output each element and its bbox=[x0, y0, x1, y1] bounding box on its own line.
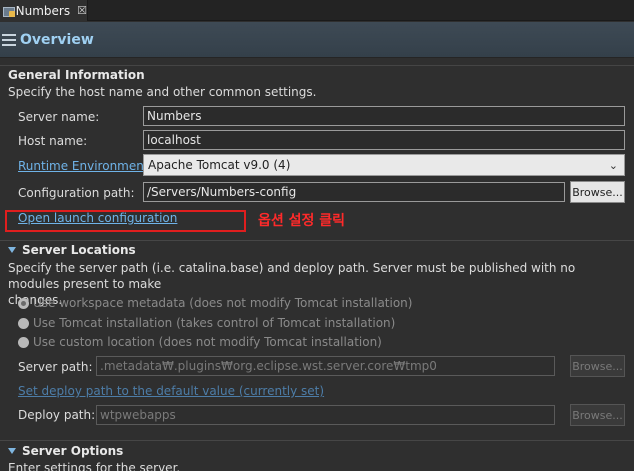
tab-label: Numbers bbox=[15, 3, 71, 18]
server-locations-title: Server Locations bbox=[22, 243, 136, 257]
server-locations-header[interactable]: Server Locations bbox=[8, 243, 136, 257]
chevron-down-icon: ⌄ bbox=[608, 159, 618, 172]
configuration-path-label: Configuration path: bbox=[18, 186, 135, 200]
radio-label: Use workspace metadata (does not modify … bbox=[33, 296, 413, 310]
radio-selected-icon bbox=[18, 297, 29, 309]
server-options-title: Server Options bbox=[22, 444, 124, 458]
radio-icon bbox=[18, 317, 29, 329]
general-info-description: Specify the host name and other common s… bbox=[8, 85, 317, 99]
browse-server-path-button[interactable]: Browse... bbox=[570, 355, 625, 377]
radio-tomcat-installation[interactable]: Use Tomcat installation (takes control o… bbox=[18, 316, 395, 330]
server-options-description: Enter settings for the server. bbox=[8, 461, 181, 471]
server-icon bbox=[2, 4, 15, 18]
overview-icon bbox=[2, 33, 16, 46]
host-name-field[interactable]: localhost bbox=[143, 130, 625, 150]
runtime-environment-value: Apache Tomcat v9.0 (4) bbox=[148, 158, 291, 172]
deploy-path-field[interactable]: wtpwebapps bbox=[96, 405, 555, 425]
editor-tab-strip: Numbers ☒ bbox=[0, 0, 634, 21]
close-icon[interactable]: ☒ bbox=[77, 4, 87, 17]
page-title: Overview bbox=[20, 31, 94, 48]
highlight-box bbox=[5, 210, 246, 232]
server-path-field[interactable]: .metadata₩.plugins₩org.eclipse.wst.serve… bbox=[96, 356, 555, 376]
radio-icon bbox=[18, 336, 29, 348]
tab-numbers[interactable]: Numbers ☒ bbox=[0, 0, 88, 21]
set-deploy-path-link[interactable]: Set deploy path to the default value (cu… bbox=[18, 384, 324, 398]
radio-label: Use Tomcat installation (takes control o… bbox=[33, 316, 396, 330]
divider bbox=[0, 440, 634, 441]
page-header: Overview bbox=[0, 22, 634, 58]
annotation-text: 옵션 설정 클릭 bbox=[258, 213, 346, 229]
browse-deploy-path-button[interactable]: Browse... bbox=[570, 404, 625, 426]
expand-triangle-icon[interactable] bbox=[8, 448, 16, 454]
radio-custom-location[interactable]: Use custom location (does not modify Tom… bbox=[18, 335, 382, 349]
server-path-label: Server path: bbox=[18, 360, 93, 374]
runtime-environment-link[interactable]: Runtime Environment: bbox=[18, 159, 153, 173]
host-name-label: Host name: bbox=[18, 134, 88, 148]
server-name-label: Server name: bbox=[18, 110, 100, 124]
radio-workspace-metadata[interactable]: Use workspace metadata (does not modify … bbox=[18, 296, 412, 310]
description-line: Specify the server path (i.e. catalina.b… bbox=[8, 261, 576, 291]
configuration-path-field[interactable]: /Servers/Numbers-config bbox=[143, 182, 565, 202]
divider bbox=[0, 65, 634, 66]
server-options-header[interactable]: Server Options bbox=[8, 444, 123, 458]
deploy-path-label: Deploy path: bbox=[18, 408, 96, 422]
server-name-field[interactable]: Numbers bbox=[143, 106, 625, 126]
radio-label: Use custom location (does not modify Tom… bbox=[33, 335, 382, 349]
runtime-environment-select[interactable]: Apache Tomcat v9.0 (4) ⌄ bbox=[143, 154, 625, 176]
expand-triangle-icon[interactable] bbox=[8, 247, 16, 253]
general-info-title: General Information bbox=[8, 68, 145, 82]
divider bbox=[0, 240, 634, 241]
browse-config-button[interactable]: Browse... bbox=[570, 181, 625, 203]
